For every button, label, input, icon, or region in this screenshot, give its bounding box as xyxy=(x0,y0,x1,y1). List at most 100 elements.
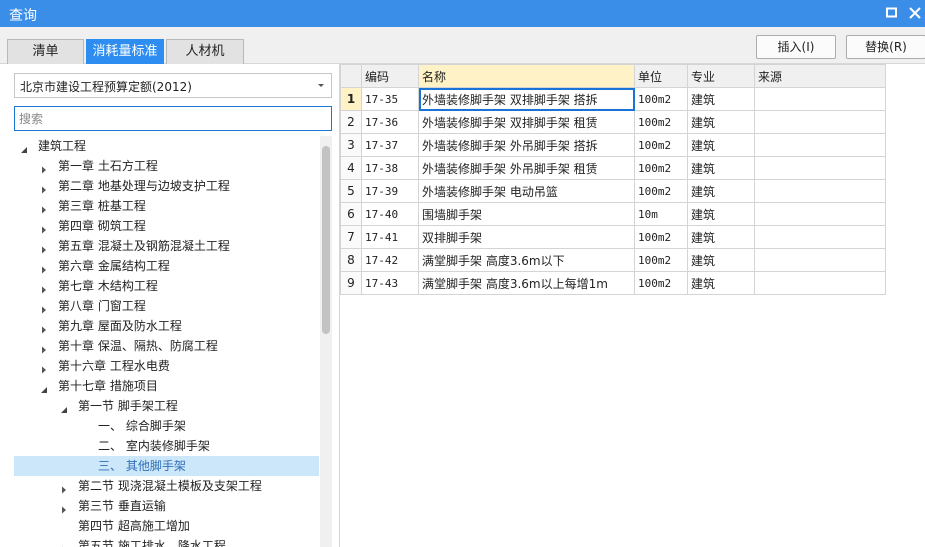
collapsed-triangle-icon[interactable] xyxy=(40,201,48,214)
cell-code[interactable]: 17-43 xyxy=(361,271,419,295)
tab-xiaohaoliang[interactable]: 消耗量标准 xyxy=(86,39,164,64)
cell-specialty[interactable]: 建筑 xyxy=(687,248,755,272)
cell-unit[interactable]: 100m2 xyxy=(634,110,688,134)
cell-specialty[interactable]: 建筑 xyxy=(687,156,755,180)
tree-node[interactable]: 二、 室内装修脚手架 xyxy=(14,436,319,456)
tree-node[interactable]: 第三章 桩基工程 xyxy=(14,196,319,216)
search-input[interactable] xyxy=(14,106,332,131)
cell-code[interactable]: 17-41 xyxy=(361,225,419,249)
cell-name[interactable]: 满堂脚手架 高度3.6m以上每增1m xyxy=(418,271,635,295)
collapsed-triangle-icon[interactable] xyxy=(40,261,48,274)
cell-code[interactable]: 17-42 xyxy=(361,248,419,272)
tree-node[interactable]: 第四章 砌筑工程 xyxy=(14,216,319,236)
cell-specialty[interactable]: 建筑 xyxy=(687,271,755,295)
tree-node[interactable]: 第一章 土石方工程 xyxy=(14,156,319,176)
column-header-source[interactable]: 来源 xyxy=(754,64,886,88)
maximize-icon[interactable] xyxy=(885,6,899,20)
column-header-name[interactable]: 名称 xyxy=(418,64,635,88)
collapsed-triangle-icon[interactable] xyxy=(40,221,48,234)
tree-scrollbar[interactable] xyxy=(320,136,332,547)
cell-code[interactable]: 17-37 xyxy=(361,133,419,157)
cell-source[interactable] xyxy=(754,202,886,226)
tree-node[interactable]: 第三节 垂直运输 xyxy=(14,496,319,516)
collapsed-triangle-icon[interactable] xyxy=(40,321,48,334)
cell-name[interactable]: 外墙装修脚手架 双排脚手架 搭拆 xyxy=(418,87,635,111)
tree-node[interactable]: 一、 综合脚手架 xyxy=(14,416,319,436)
cell-code[interactable]: 17-35 xyxy=(361,87,419,111)
tree-node[interactable]: 第十章 保温、隔热、防腐工程 xyxy=(14,336,319,356)
cell-source[interactable] xyxy=(754,110,886,134)
cell-source[interactable] xyxy=(754,271,886,295)
cell-name[interactable]: 外墙装修脚手架 电动吊篮 xyxy=(418,179,635,203)
tree-node[interactable]: 建筑工程 xyxy=(14,136,319,156)
expanded-triangle-icon[interactable] xyxy=(60,401,68,413)
cell-name[interactable]: 满堂脚手架 高度3.6m以下 xyxy=(418,248,635,272)
tree-node[interactable]: 第五节 施工排水、降水工程 xyxy=(14,536,319,547)
insert-button[interactable]: 插入(I) xyxy=(756,35,836,59)
cell-code[interactable]: 17-40 xyxy=(361,202,419,226)
cell-name[interactable]: 围墙脚手架 xyxy=(418,202,635,226)
table-row[interactable]: 1 17-35 外墙装修脚手架 双排脚手架 搭拆 100m2 建筑 xyxy=(340,87,886,111)
collapsed-triangle-icon[interactable] xyxy=(60,541,68,547)
collapsed-triangle-icon[interactable] xyxy=(40,181,48,194)
cell-specialty[interactable]: 建筑 xyxy=(687,179,755,203)
table-row[interactable]: 6 17-40 围墙脚手架 10m 建筑 xyxy=(340,202,886,226)
scrollbar-thumb[interactable] xyxy=(322,146,330,334)
tree-node[interactable]: 第十七章 措施项目 xyxy=(14,376,319,396)
cell-source[interactable] xyxy=(754,133,886,157)
cell-source[interactable] xyxy=(754,179,886,203)
collapsed-triangle-icon[interactable] xyxy=(40,281,48,294)
tree-node[interactable]: 第五章 混凝土及钢筋混凝土工程 xyxy=(14,236,319,256)
expanded-triangle-icon[interactable] xyxy=(20,141,28,153)
tree-node[interactable]: 第八章 门窗工程 xyxy=(14,296,319,316)
table-row[interactable]: 7 17-41 双排脚手架 100m2 建筑 xyxy=(340,225,886,249)
collapsed-triangle-icon[interactable] xyxy=(40,161,48,174)
cell-code[interactable]: 17-38 xyxy=(361,156,419,180)
quota-library-select[interactable]: 北京市建设工程预算定额(2012) xyxy=(14,73,332,98)
collapsed-triangle-icon[interactable] xyxy=(60,481,68,494)
collapsed-triangle-icon[interactable] xyxy=(40,301,48,314)
tree-node[interactable]: 第四节 超高施工增加 xyxy=(14,516,319,536)
table-row[interactable]: 2 17-36 外墙装修脚手架 双排脚手架 租赁 100m2 建筑 xyxy=(340,110,886,134)
expanded-triangle-icon[interactable] xyxy=(40,381,48,393)
cell-name[interactable]: 外墙装修脚手架 外吊脚手架 搭拆 xyxy=(418,133,635,157)
cell-code[interactable]: 17-36 xyxy=(361,110,419,134)
collapsed-triangle-icon[interactable] xyxy=(40,241,48,254)
cell-unit[interactable]: 100m2 xyxy=(634,133,688,157)
cell-name[interactable]: 外墙装修脚手架 双排脚手架 租赁 xyxy=(418,110,635,134)
collapsed-triangle-icon[interactable] xyxy=(40,341,48,354)
tree-node[interactable]: 第十六章 工程水电费 xyxy=(14,356,319,376)
table-row[interactable]: 8 17-42 满堂脚手架 高度3.6m以下 100m2 建筑 xyxy=(340,248,886,272)
cell-source[interactable] xyxy=(754,156,886,180)
table-row[interactable]: 9 17-43 满堂脚手架 高度3.6m以上每增1m 100m2 建筑 xyxy=(340,271,886,295)
cell-specialty[interactable]: 建筑 xyxy=(687,110,755,134)
table-row[interactable]: 3 17-37 外墙装修脚手架 外吊脚手架 搭拆 100m2 建筑 xyxy=(340,133,886,157)
table-row[interactable]: 5 17-39 外墙装修脚手架 电动吊篮 100m2 建筑 xyxy=(340,179,886,203)
cell-unit[interactable]: 100m2 xyxy=(634,271,688,295)
tab-qingdan[interactable]: 清单 xyxy=(7,39,84,64)
tab-rencaiji[interactable]: 人材机 xyxy=(166,39,244,64)
cell-unit[interactable]: 100m2 xyxy=(634,179,688,203)
cell-unit[interactable]: 10m xyxy=(634,202,688,226)
tree-node[interactable]: 三、 其他脚手架 xyxy=(14,456,319,476)
column-header-code[interactable]: 编码 xyxy=(361,64,419,88)
collapsed-triangle-icon[interactable] xyxy=(60,501,68,514)
cell-specialty[interactable]: 建筑 xyxy=(687,202,755,226)
cell-unit[interactable]: 100m2 xyxy=(634,87,688,111)
tree-node[interactable]: 第六章 金属结构工程 xyxy=(14,256,319,276)
tree-node[interactable]: 第九章 屋面及防水工程 xyxy=(14,316,319,336)
replace-button[interactable]: 替换(R) xyxy=(846,35,925,59)
cell-source[interactable] xyxy=(754,225,886,249)
column-header-unit[interactable]: 单位 xyxy=(634,64,688,88)
cell-specialty[interactable]: 建筑 xyxy=(687,133,755,157)
cell-unit[interactable]: 100m2 xyxy=(634,248,688,272)
cell-source[interactable] xyxy=(754,87,886,111)
cell-specialty[interactable]: 建筑 xyxy=(687,225,755,249)
table-row[interactable]: 4 17-38 外墙装修脚手架 外吊脚手架 租赁 100m2 建筑 xyxy=(340,156,886,180)
cell-specialty[interactable]: 建筑 xyxy=(687,87,755,111)
tree-node[interactable]: 第七章 木结构工程 xyxy=(14,276,319,296)
tree-node[interactable]: 第二章 地基处理与边坡支护工程 xyxy=(14,176,319,196)
close-icon[interactable] xyxy=(907,6,923,20)
cell-code[interactable]: 17-39 xyxy=(361,179,419,203)
column-header-specialty[interactable]: 专业 xyxy=(687,64,755,88)
